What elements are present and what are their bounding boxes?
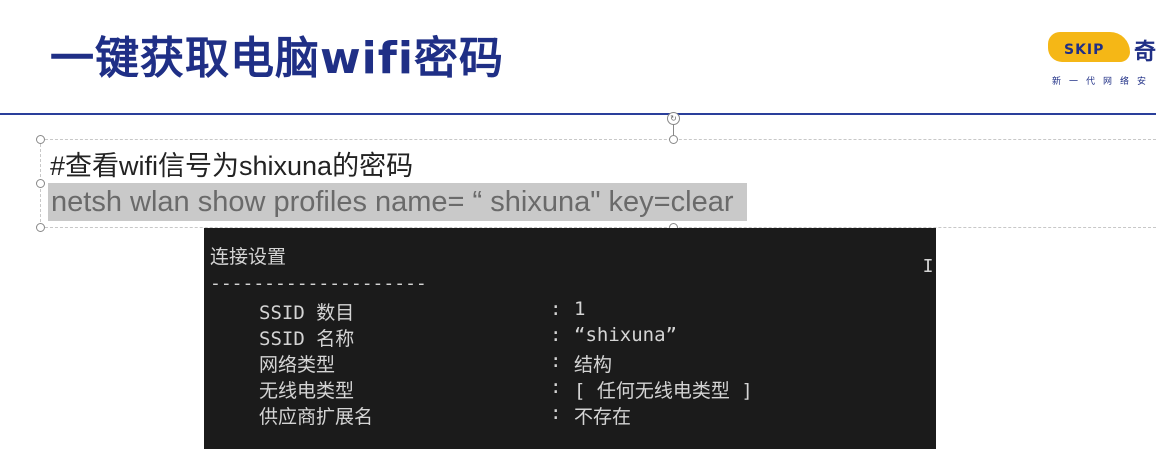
console-heading: 连接设置 (210, 246, 287, 268)
console-row: 供应商扩展名 : 不存在 (204, 402, 936, 428)
row-value: 1 (574, 298, 586, 320)
row-colon: : (550, 324, 562, 346)
company-logo: SKIP 奇 新一代网络安 (1044, 26, 1156, 90)
console-row: 无线电类型 : [ 任何无线电类型 ] (204, 376, 936, 402)
row-colon: : (550, 402, 562, 424)
text-cursor-icon: I (922, 256, 934, 277)
row-colon: : (550, 350, 562, 372)
textbox-border-top (40, 139, 1156, 140)
console-row: SSID 数目 : 1 (204, 298, 936, 324)
logo-mark-text: SKIP (1064, 42, 1105, 58)
row-label: 网络类型 (259, 354, 336, 376)
console-row: SSID 名称 : “shixuna” (204, 324, 936, 350)
console-row: 网络类型 : 结构 (204, 350, 936, 376)
netsh-command[interactable]: netsh wlan show profiles name= “ shixuna… (48, 183, 748, 221)
command-comment[interactable]: #查看wifi信号为shixuna的密码 (50, 144, 413, 183)
resize-handle-bottom-left[interactable] (36, 223, 45, 232)
title-divider (0, 113, 1156, 115)
row-label: 无线电类型 (259, 380, 355, 402)
console-output-screenshot: 连接设置 -------------------- I SSID 数目 : 1 … (204, 228, 936, 449)
resize-handle-top-center[interactable] (669, 135, 678, 144)
row-value: 不存在 (574, 406, 632, 428)
console-separator: -------------------- (210, 273, 427, 294)
logo-slogan: 新一代网络安 (1052, 77, 1155, 87)
slide-title: 一键获取电脑wifi密码 (50, 33, 504, 84)
row-colon: : (550, 298, 562, 320)
resize-handle-middle-left[interactable] (36, 179, 45, 188)
logo-mark-icon: SKIP (1048, 32, 1130, 62)
row-value: [ 任何无线电类型 ] (574, 380, 753, 402)
rotate-handle-icon[interactable]: ↻ (667, 112, 680, 125)
row-value: “shixuna” (574, 324, 677, 346)
row-colon: : (550, 376, 562, 398)
resize-handle-top-left[interactable] (36, 135, 45, 144)
row-label: 供应商扩展名 (259, 406, 374, 428)
row-value: 结构 (574, 354, 613, 376)
row-label: SSID 数目 (259, 302, 355, 324)
logo-character: 奇 (1134, 40, 1156, 65)
row-label: SSID 名称 (259, 328, 355, 350)
